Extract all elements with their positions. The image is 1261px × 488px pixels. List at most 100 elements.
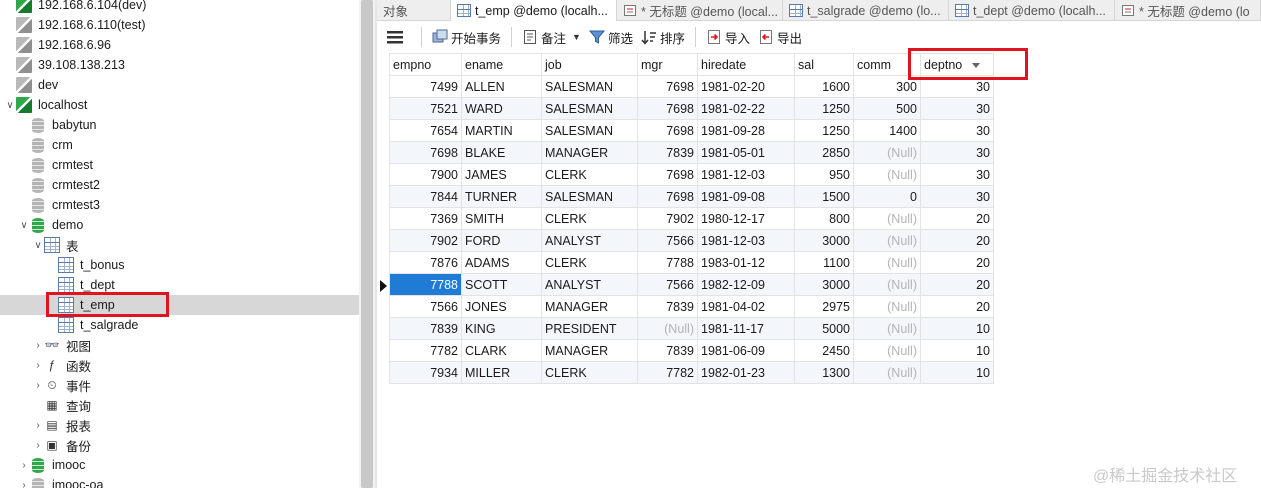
export-button[interactable]: 导出: [754, 25, 806, 49]
tree-item-39-108-138-213[interactable]: 39.108.138.213: [0, 55, 359, 75]
tree-item-192-168-6-96[interactable]: 192.168.6.96: [0, 35, 359, 55]
cell-empno[interactable]: 7900: [389, 163, 462, 186]
cell-ename[interactable]: SMITH: [461, 207, 542, 230]
cell-mgr[interactable]: 7839: [637, 339, 698, 362]
cell-comm[interactable]: (Null): [853, 361, 921, 384]
cell-comm[interactable]: (Null): [853, 163, 921, 186]
cell-comm[interactable]: (Null): [853, 295, 921, 318]
cell-sal[interactable]: 800: [794, 207, 854, 230]
cell-hiredate[interactable]: 1981-12-03: [697, 163, 795, 186]
tree-item-imooc-oa[interactable]: › imooc-oa: [0, 475, 359, 488]
tree-item-crmtest3[interactable]: crmtest3: [0, 195, 359, 215]
cell-empno[interactable]: 7839: [389, 317, 462, 340]
cell-job[interactable]: CLERK: [541, 361, 638, 384]
cell-deptno[interactable]: 30: [920, 97, 994, 120]
cell-deptno[interactable]: 20: [920, 229, 994, 252]
cell-mgr[interactable]: (Null): [637, 317, 698, 340]
cell-mgr[interactable]: 7566: [637, 229, 698, 252]
cell-mgr[interactable]: 7902: [637, 207, 698, 230]
cell-empno[interactable]: 7566: [389, 295, 462, 318]
cell-job[interactable]: PRESIDENT: [541, 317, 638, 340]
cell-sal[interactable]: 2850: [794, 141, 854, 164]
chevron-right-icon[interactable]: ›: [32, 415, 44, 435]
cell-ename[interactable]: ALLEN: [461, 75, 542, 98]
table-row[interactable]: 7900 JAMES CLERK 7698 1981-12-03 950 (Null) 30: [389, 163, 994, 186]
cell-ename[interactable]: BLAKE: [461, 141, 542, 164]
cell-deptno[interactable]: 10: [920, 317, 994, 340]
tree-item-dev[interactable]: dev: [0, 75, 359, 95]
tree-item-babytun[interactable]: babytun: [0, 115, 359, 135]
cell-job[interactable]: MANAGER: [541, 339, 638, 362]
filter-button[interactable]: 筛选: [585, 25, 637, 49]
tree-item-demo[interactable]: ∨ demo: [0, 215, 359, 235]
cell-deptno[interactable]: 30: [920, 163, 994, 186]
table-row[interactable]: 7369 SMITH CLERK 7902 1980-12-17 800 (Null) 20: [389, 207, 994, 230]
table-row[interactable]: 7566 JONES MANAGER 7839 1981-04-02 2975 (Null)…: [389, 295, 994, 318]
cell-sal[interactable]: 3000: [794, 273, 854, 296]
table-row[interactable]: 7782 CLARK MANAGER 7839 1981-06-09 2450 (Null)…: [389, 339, 994, 362]
cell-ename[interactable]: ADAMS: [461, 251, 542, 274]
column-header-empno[interactable]: empno: [389, 53, 462, 76]
cell-deptno[interactable]: 30: [920, 185, 994, 208]
cell-empno[interactable]: 7369: [389, 207, 462, 230]
chevron-right-icon[interactable]: ›: [18, 475, 30, 488]
cell-job[interactable]: CLERK: [541, 163, 638, 186]
tree-item--[interactable]: ▦ 查询: [0, 395, 359, 415]
chevron-right-icon[interactable]: ›: [32, 335, 44, 355]
cell-hiredate[interactable]: 1981-12-03: [697, 229, 795, 252]
tree-item-imooc[interactable]: › imooc: [0, 455, 359, 475]
table-row[interactable]: 7844 TURNER SALESMAN 7698 1981-09-08 1500 0 30: [389, 185, 994, 208]
cell-mgr[interactable]: 7782: [637, 361, 698, 384]
table-row[interactable]: 7654 MARTIN SALESMAN 7698 1981-09-28 1250 1400…: [389, 119, 994, 142]
sidebar-scrollbar-thumb[interactable]: [361, 0, 373, 488]
cell-empno[interactable]: 7782: [389, 339, 462, 362]
cell-hiredate[interactable]: 1981-09-28: [697, 119, 795, 142]
cell-sal[interactable]: 2975: [794, 295, 854, 318]
tree-item-crmtest2[interactable]: crmtest2: [0, 175, 359, 195]
cell-ename[interactable]: KING: [461, 317, 542, 340]
cell-empno[interactable]: 7902: [389, 229, 462, 252]
memo-dropdown-icon[interactable]: ▼: [572, 32, 581, 42]
cell-empno[interactable]: 7788: [389, 273, 462, 296]
cell-deptno[interactable]: 30: [920, 119, 994, 142]
cell-job[interactable]: SALESMAN: [541, 185, 638, 208]
cell-mgr[interactable]: 7566: [637, 273, 698, 296]
cell-mgr[interactable]: 7698: [637, 163, 698, 186]
cell-mgr[interactable]: 7698: [637, 185, 698, 208]
tab-0[interactable]: 对象: [377, 0, 451, 21]
tab-4[interactable]: t_dept @demo (localh...: [949, 0, 1115, 21]
chevron-right-icon[interactable]: ›: [32, 355, 44, 375]
cell-comm[interactable]: 500: [853, 97, 921, 120]
column-header-ename[interactable]: ename: [461, 53, 542, 76]
tab-1[interactable]: t_emp @demo (localh...: [451, 0, 617, 21]
column-header-mgr[interactable]: mgr: [637, 53, 698, 76]
cell-sal[interactable]: 5000: [794, 317, 854, 340]
cell-deptno[interactable]: 30: [920, 141, 994, 164]
cell-comm[interactable]: 1400: [853, 119, 921, 142]
cell-deptno[interactable]: 20: [920, 273, 994, 296]
cell-empno[interactable]: 7698: [389, 141, 462, 164]
tree-item-crmtest[interactable]: crmtest: [0, 155, 359, 175]
cell-sal[interactable]: 2450: [794, 339, 854, 362]
cell-comm[interactable]: (Null): [853, 207, 921, 230]
cell-empno[interactable]: 7654: [389, 119, 462, 142]
cell-job[interactable]: MANAGER: [541, 141, 638, 164]
cell-empno[interactable]: 7844: [389, 185, 462, 208]
menu-button[interactable]: [377, 25, 415, 49]
cell-mgr[interactable]: 7788: [637, 251, 698, 274]
cell-comm[interactable]: (Null): [853, 229, 921, 252]
cell-hiredate[interactable]: 1981-02-20: [697, 75, 795, 98]
cell-hiredate[interactable]: 1981-09-08: [697, 185, 795, 208]
cell-job[interactable]: ANALYST: [541, 273, 638, 296]
cell-ename[interactable]: SCOTT: [461, 273, 542, 296]
cell-deptno[interactable]: 10: [920, 339, 994, 362]
cell-empno[interactable]: 7934: [389, 361, 462, 384]
cell-sal[interactable]: 1100: [794, 251, 854, 274]
cell-ename[interactable]: JAMES: [461, 163, 542, 186]
memo-button[interactable]: 备注 ▼: [518, 25, 585, 49]
table-row[interactable]: 7839 KING PRESIDENT (Null) 1981-11-17 5000 (Nu…: [389, 317, 994, 340]
table-row[interactable]: 7499 ALLEN SALESMAN 7698 1981-02-20 1600 300 30: [389, 75, 994, 98]
cell-ename[interactable]: JONES: [461, 295, 542, 318]
cell-sal[interactable]: 1600: [794, 75, 854, 98]
chevron-right-icon[interactable]: ›: [18, 455, 30, 475]
